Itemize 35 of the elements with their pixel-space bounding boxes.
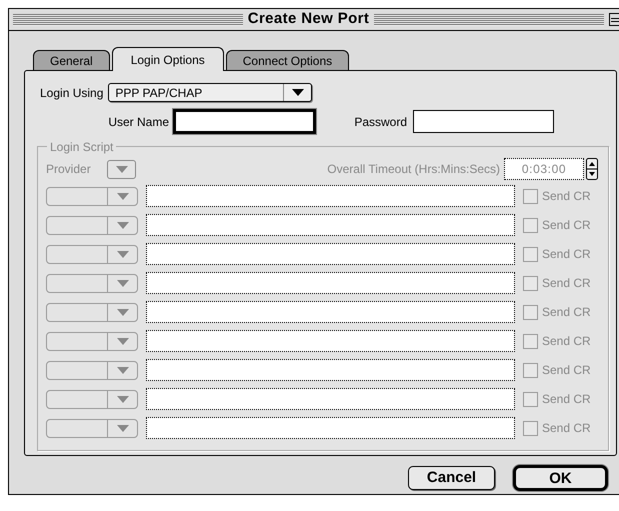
caret-icon — [116, 396, 128, 402]
tab[interactable]: General — [33, 50, 110, 71]
field-label: Provider — [46, 161, 92, 178]
field-label: Overall Timeout (Hrs:Mins:Secs) — [327, 161, 501, 178]
password-field[interactable] — [413, 110, 554, 133]
checkbox-label: Send CR — [542, 246, 591, 263]
collapse-box-icon[interactable] — [609, 13, 619, 26]
caret-icon — [292, 89, 304, 96]
tab[interactable]: Connect Options — [226, 50, 350, 71]
field-label: User Name — [107, 114, 170, 130]
caret-icon — [116, 280, 128, 286]
caret-icon — [116, 222, 128, 228]
login-method-dropdown[interactable]: PPP PAP/CHAP — [108, 83, 312, 102]
field-label: Login Using — [40, 84, 104, 102]
dialog-button[interactable]: OK — [513, 465, 608, 491]
caret-icon — [116, 192, 128, 200]
caret-icon — [116, 338, 128, 344]
checkbox-label: Send CR — [542, 362, 591, 379]
caret-icon — [116, 250, 128, 258]
checkbox-label: Send CR — [542, 304, 591, 321]
dialog-button[interactable]: Cancel — [408, 466, 495, 490]
checkbox-label: Send CR — [542, 420, 591, 437]
caret-icon — [116, 424, 128, 432]
checkbox-label: Send CR — [542, 333, 591, 350]
checkbox-label: Send CR — [542, 275, 591, 292]
tab[interactable]: Login Options — [112, 47, 224, 71]
checkbox-label: Send CR — [542, 391, 591, 408]
checkbox-label: Send CR — [542, 217, 591, 234]
caret-icon — [116, 166, 128, 172]
checkbox-label: Send CR — [542, 188, 591, 205]
user-name-field[interactable] — [173, 109, 316, 134]
caret-icon — [116, 308, 128, 316]
field-label: Password — [353, 114, 408, 130]
caret-icon — [116, 366, 128, 374]
window-title: Create New Port — [248, 9, 370, 30]
